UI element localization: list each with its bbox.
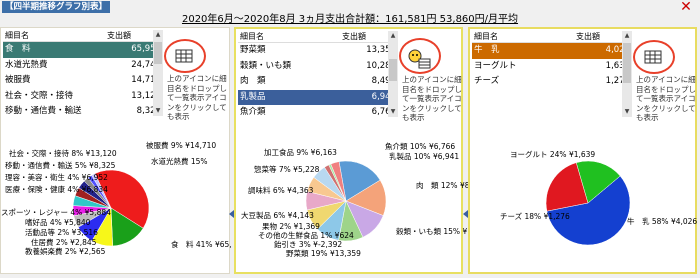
pie-label: 乳製品 10% ¥6,941 xyxy=(389,152,460,161)
list-item[interactable]: チーズ 1,276 xyxy=(472,74,632,90)
pie-label: その他の生鮮食品 1% ¥624 xyxy=(258,231,354,240)
item-name: 食 料 xyxy=(5,44,31,54)
item-name: 魚介類 xyxy=(240,107,266,117)
item-name: 社会・交際・接待 xyxy=(5,90,74,101)
list-item[interactable]: 乳製品 6,941 xyxy=(238,89,398,105)
item-name: 穀類・いも類 xyxy=(240,60,292,71)
item-name: 牛 乳 xyxy=(474,45,500,55)
header-name: 細目名 xyxy=(5,31,29,40)
item-name: 被服費 xyxy=(5,75,31,85)
pie-label: 活動品等 2% ¥3,516 xyxy=(25,228,98,237)
category-list[interactable]: 細目名 支出額 牛 乳 4,026 ヨーグルト 1,639 チーズ 1,276 xyxy=(472,31,632,117)
list-item[interactable]: 穀類・いも類 10,288 xyxy=(238,59,398,75)
list-item[interactable]: 野菜類 13,359 xyxy=(238,43,398,59)
header-name: 細目名 xyxy=(474,32,498,41)
pie-label: 加工食品 9% ¥6,163 xyxy=(264,148,337,157)
summary-total: 2020年6月～2020年8月 3ヵ月支出合計額：161,581円 53,860… xyxy=(0,13,700,27)
pie-label: 嗜好品 4% ¥5,840 xyxy=(25,218,91,227)
pie-label: 水道光熱費 15% xyxy=(151,157,208,166)
pie-label: 医療・保険・健康 4% ¥6,834 xyxy=(5,185,108,194)
list-item[interactable]: 被服費 14,710 xyxy=(3,73,163,89)
pie-label: 飴引き 3% ¥-2,392 xyxy=(274,240,343,249)
list-item[interactable]: 水道光熱費 24,744 xyxy=(3,58,163,74)
pie-label: 魚介類 10% ¥6,766 xyxy=(385,142,456,151)
list-item[interactable]: 社会・交際・接待 13,120 xyxy=(3,89,163,105)
list-scrollbar[interactable]: ▲ ▼ xyxy=(388,31,398,117)
pie-label: スポーツ・レジャー 4% ¥5,884 xyxy=(1,208,111,217)
pie-label: 移動・通信費・輸送 5% ¥8,325 xyxy=(5,161,116,170)
scroll-thumb[interactable] xyxy=(389,59,397,81)
scroll-up-icon[interactable]: ▲ xyxy=(388,31,398,41)
item-name: 移動・通信費・輸送 xyxy=(5,106,82,116)
category-panel: 細目名 支出額 牛 乳 4,026 ヨーグルト 1,639 チーズ 1,276 ▲ ▼ … xyxy=(468,27,697,274)
list-scrollbar[interactable]: ▲ ▼ xyxy=(622,31,632,117)
drop-hint: 上のアイコンに細目名をドロップして一覧表示アイコンをクリックしても表示 xyxy=(636,75,696,122)
pie-label: 牛 乳 58% ¥4,026 xyxy=(627,217,698,226)
list-item[interactable]: 魚介類 6,766 xyxy=(238,105,398,117)
header-name: 細目名 xyxy=(240,32,264,41)
item-name: 野菜類 xyxy=(240,45,266,55)
item-name: ヨーグルト xyxy=(474,60,517,71)
list-item[interactable]: 肉 類 8,498 xyxy=(238,74,398,90)
pie-label: 理容・美容・衛生 4% ¥6,952 xyxy=(5,173,108,182)
list-item[interactable]: 牛 乳 4,026 xyxy=(472,43,632,59)
pie-label: 果物 2% ¥1,369 xyxy=(262,222,320,231)
list-item[interactable]: 移動・通信費・輸送 8,325 xyxy=(3,104,163,116)
close-button[interactable]: ✕ xyxy=(676,0,696,14)
category-panel: 細目名 支出額 野菜類 13,359 穀類・いも類 10,288 肉 類 8,498 … xyxy=(234,27,481,274)
list-item[interactable]: 食 料 65,950 xyxy=(3,42,163,58)
item-name: チーズ xyxy=(474,76,500,86)
drop-hint: 上のアイコンに細目名をドロップして一覧表示アイコンをクリックしても表示 xyxy=(167,74,227,121)
drop-hint: 上のアイコンに細目名をドロップして一覧表示アイコンをクリックしても表示 xyxy=(402,75,462,122)
scroll-down-icon[interactable]: ▼ xyxy=(153,106,163,116)
pie-chart-3 xyxy=(545,160,631,246)
pie-label: 野菜類 19% ¥13,359 xyxy=(286,249,361,258)
scroll-down-icon[interactable]: ▼ xyxy=(388,107,398,117)
highlight-circle xyxy=(164,39,206,73)
pie-label: 調味料 6% ¥4,363 xyxy=(248,186,314,195)
item-name: 水道光熱費 xyxy=(5,59,48,70)
pie-label: 被服費 9% ¥14,710 xyxy=(146,141,217,150)
item-name: 乳製品 xyxy=(240,91,266,102)
summary-text: 2020年6月～2020年8月 3ヵ月支出合計額：161,581円 53,860… xyxy=(181,14,519,25)
highlight-circle xyxy=(399,38,441,74)
category-panel: 細目名 支出額 食 料 65,950 水道光熱費 24,744 被服費 14,710 … xyxy=(0,27,232,274)
pie-label: 食 料 41% ¥65, xyxy=(171,240,232,249)
pie-label: チーズ 18% ¥1,276 xyxy=(500,212,570,221)
pie-label: 住居費 2% ¥2,845 xyxy=(31,238,97,247)
category-list[interactable]: 細目名 支出額 野菜類 13,359 穀類・いも類 10,288 肉 類 8,498 … xyxy=(238,31,398,117)
pie-label: ヨーグルト 24% ¥1,639 xyxy=(510,150,596,159)
pie-label: 穀類・いも類 15% ¥ xyxy=(396,227,468,236)
scroll-up-icon[interactable]: ▲ xyxy=(622,31,632,41)
scroll-down-icon[interactable]: ▼ xyxy=(622,107,632,117)
scroll-thumb[interactable] xyxy=(154,42,162,64)
list-item[interactable]: ヨーグルト 1,639 xyxy=(472,59,632,75)
list-header: 細目名 支出額 xyxy=(472,31,632,43)
list-scrollbar[interactable]: ▲ ▼ xyxy=(153,30,163,116)
category-list[interactable]: 細目名 支出額 食 料 65,950 水道光熱費 24,744 被服費 14,710 … xyxy=(3,30,163,116)
list-header: 細目名 支出額 xyxy=(238,31,398,43)
scroll-up-icon[interactable]: ▲ xyxy=(153,30,163,40)
list-header: 細目名 支出額 xyxy=(3,30,163,42)
pie-label: 教養娯楽費 2% ¥2,565 xyxy=(25,247,106,256)
pie-label: 惣菜等 7% ¥5,228 xyxy=(254,165,320,174)
window-title: 【四半期推移グラフ別表】 xyxy=(2,1,111,13)
scroll-thumb[interactable] xyxy=(623,43,631,83)
highlight-circle xyxy=(633,40,675,74)
pie-label: 大豆製品 6% ¥4,143 xyxy=(241,211,314,220)
item-name: 肉 類 xyxy=(240,76,266,86)
pie-label: 社会・交際・接待 8% ¥13,120 xyxy=(9,149,117,158)
